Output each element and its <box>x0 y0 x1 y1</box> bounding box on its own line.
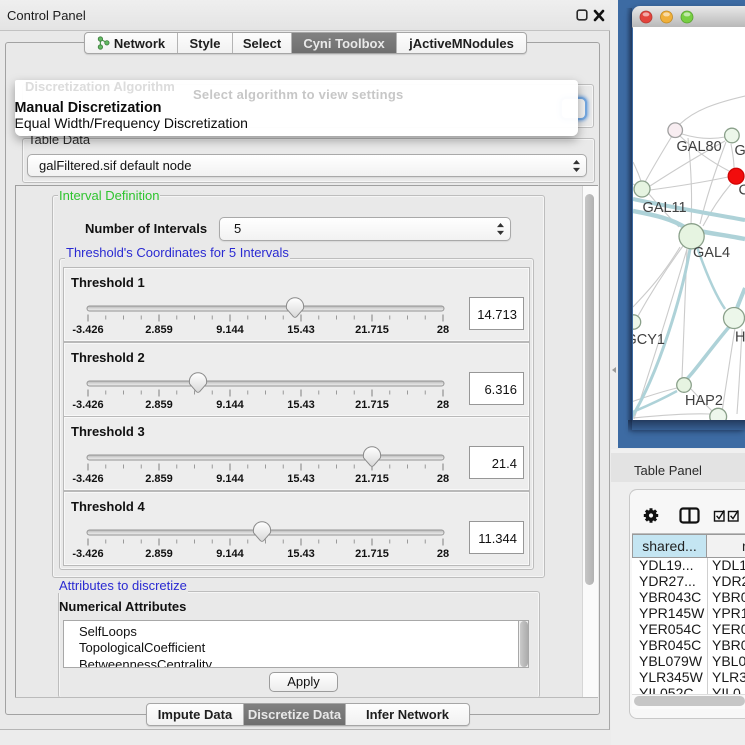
svg-text:HAP2: HAP2 <box>685 393 723 409</box>
svg-text:GCY1: GCY1 <box>633 332 665 348</box>
svg-text:G.: G. <box>735 143 745 159</box>
svg-text:H: H <box>735 330 745 346</box>
svg-text:GAL11: GAL11 <box>643 200 687 216</box>
svg-text:GAL80: GAL80 <box>677 139 722 155</box>
svg-text:C: C <box>739 183 745 199</box>
svg-text:GAL4: GAL4 <box>693 245 730 261</box>
